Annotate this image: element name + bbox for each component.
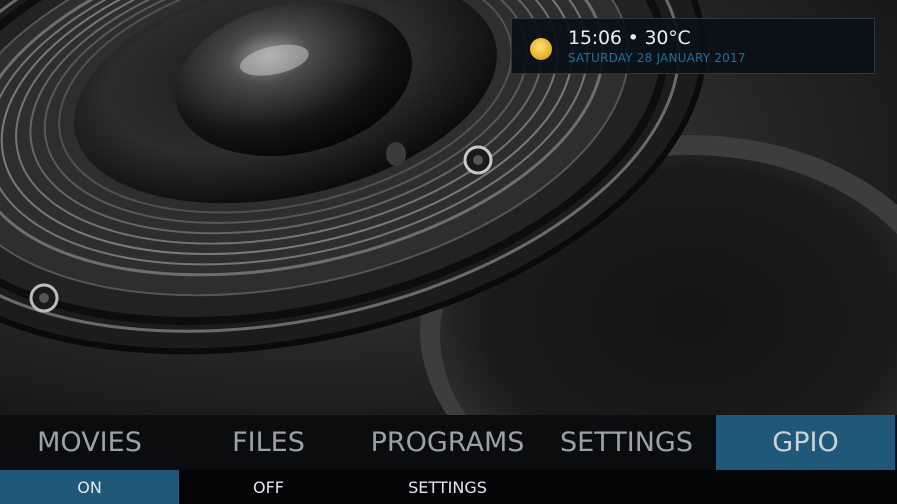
menu-item-label: GPIO: [772, 427, 839, 458]
menu-item-programs[interactable]: PROGRAMS: [358, 415, 537, 470]
sub-item-label: ON: [77, 477, 102, 497]
menu-item-movies[interactable]: MOVIES: [0, 415, 179, 470]
sub-menu-bar: ON OFF SETTINGS: [0, 470, 897, 504]
menu-item-label: MOVIES: [37, 427, 142, 458]
sub-item-label: OFF: [253, 477, 284, 497]
sub-item-label: SETTINGS: [408, 477, 487, 497]
menu-item-files[interactable]: FILES: [179, 415, 358, 470]
menu-item-label: FILES: [232, 427, 305, 458]
menu-item-gpio[interactable]: GPIO: [716, 415, 895, 470]
main-menu-bar: MOVIES FILES PROGRAMS SETTINGS GPIO: [0, 415, 897, 470]
sub-item-off[interactable]: OFF: [179, 470, 358, 504]
media-center-screen: 15:06 • 30°C SATURDAY 28 JANUARY 2017 MO…: [0, 0, 897, 504]
menu-item-settings[interactable]: SETTINGS: [537, 415, 716, 470]
sub-item-settings[interactable]: SETTINGS: [358, 470, 537, 504]
date-label: SATURDAY 28 JANUARY 2017: [568, 51, 746, 65]
menu-item-label: PROGRAMS: [370, 427, 525, 458]
sun-icon: [529, 37, 553, 61]
weather-clock-widget: 15:06 • 30°C SATURDAY 28 JANUARY 2017: [511, 18, 875, 74]
sub-item-on[interactable]: ON: [0, 470, 179, 504]
time-temperature: 15:06 • 30°C: [568, 27, 691, 49]
menu-item-label: SETTINGS: [560, 427, 693, 458]
